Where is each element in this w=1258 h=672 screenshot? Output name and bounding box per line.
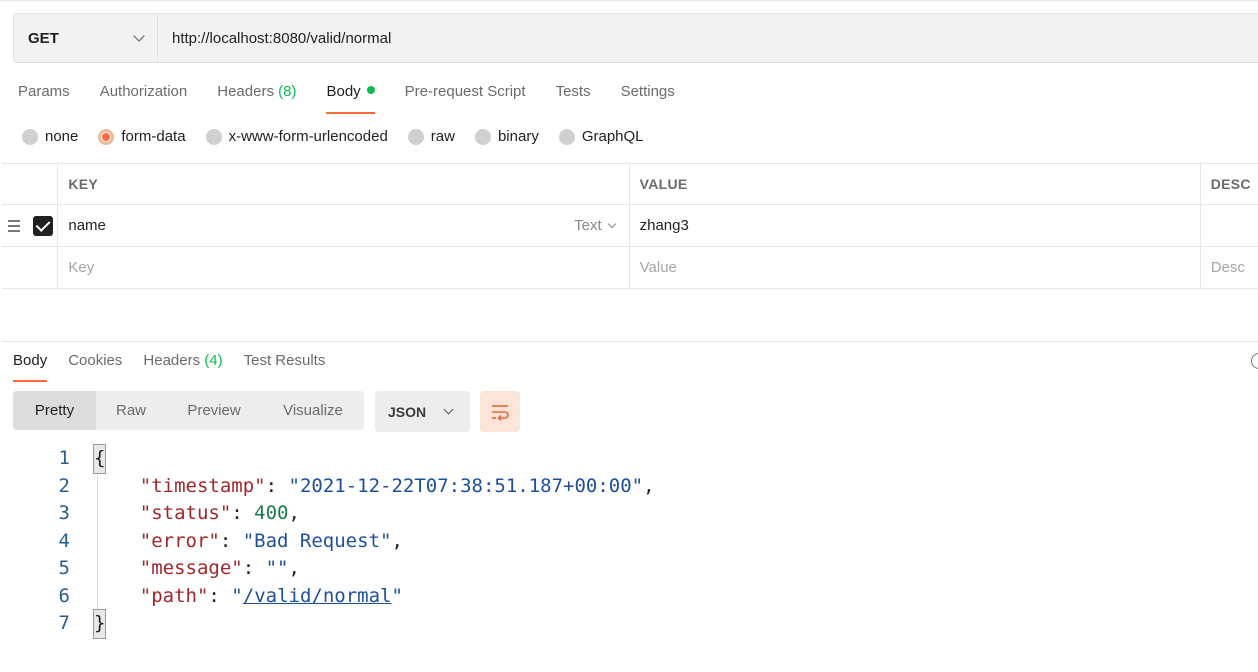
row-enabled-checkbox[interactable] [33,215,54,236]
globe-icon[interactable] [1251,353,1258,369]
line-number: 5 [58,557,70,579]
form-data-table: KEY VALUE DESC name Text zhang3 Key Valu… [2,163,1258,289]
format-label: JSON [388,403,427,420]
response-tab-cookies[interactable]: Cookies [68,350,122,382]
tab-authorization[interactable]: Authorization [100,80,188,114]
code-line: 2 "timestamp": "2021-12-22T07:38:51.187+… [0,473,655,501]
chevron-down-icon [133,30,145,42]
key-input[interactable]: name [68,217,106,234]
radio-raw[interactable]: raw [407,128,455,145]
column-header-key: KEY [58,164,630,204]
table-row-empty: Key Value Desc [2,247,1258,289]
response-tabs: Body Cookies Headers (4) Test Results [13,350,346,382]
description-input[interactable] [1201,205,1258,246]
method-label: GET [28,29,59,47]
json-key: "status" [139,502,232,524]
radio-circle-icon [205,128,222,145]
view-pretty-button[interactable]: Pretty [13,391,96,430]
table-header-row: KEY VALUE DESC [2,163,1258,205]
chevron-down-icon [607,219,616,229]
code-line: 7 } [0,609,655,639]
json-string-value: "" [265,557,289,579]
key-type-select[interactable]: Text [574,217,616,234]
json-number-value: 400 [254,502,289,524]
radio-circle-icon [474,128,491,145]
method-select[interactable]: GET [14,14,158,62]
line-number: 1 [58,447,70,469]
response-tab-test-results[interactable]: Test Results [244,350,326,382]
radio-binary[interactable]: binary [474,128,539,145]
json-key: "message" [139,557,243,579]
json-string-value: "Bad Request" [242,529,392,552]
code-line: 3 "status": 400, [0,500,655,528]
response-tab-body[interactable]: Body [13,350,48,382]
json-key: "path" [139,584,209,607]
radio-form-data[interactable]: form-data [98,128,186,145]
json-key: "error" [139,529,220,552]
code-line: 4 "error": "Bad Request", [0,528,655,556]
tab-body[interactable]: Body [326,80,375,114]
close-brace: } [92,609,107,639]
new-key-input[interactable]: Key [58,247,630,288]
column-header-description: DESC [1210,176,1251,192]
top-border [0,0,1258,1]
headers-count: (8) [278,83,297,100]
drag-handle-icon[interactable] [8,219,20,232]
wrap-lines-button[interactable] [480,391,520,432]
line-number: 3 [58,502,70,524]
tab-params[interactable]: Params [18,80,70,114]
header-spacer [2,164,59,204]
view-preview-button[interactable]: Preview [166,391,262,430]
format-select[interactable]: JSON [375,391,470,432]
tab-pre-request-script[interactable]: Pre-request Script [405,80,526,114]
key-cell[interactable]: name Text [58,205,630,246]
response-tab-headers[interactable]: Headers (4) [143,350,222,382]
line-number: 7 [58,612,70,634]
new-value-input[interactable]: Value [630,247,1201,288]
json-link-value[interactable]: /valid/normal [243,583,392,611]
code-line: 5 "message": "", [0,555,655,583]
radio-graphql[interactable]: GraphQL [558,128,644,145]
radio-x-www-form-urlencoded[interactable]: x-www-form-urlencoded [205,128,388,145]
radio-circle-icon [22,128,38,145]
tab-headers[interactable]: Headers (8) [217,80,296,114]
table-row: name Text zhang3 [2,205,1258,247]
view-mode-group: Pretty Raw Preview Visualize [13,391,364,430]
line-number: 6 [58,584,70,607]
body-indicator-dot-icon [366,86,375,94]
radio-selected-icon [98,128,115,145]
radio-none[interactable]: none [22,128,78,145]
chevron-down-icon [443,404,454,415]
body-type-radios: none form-data x-www-form-urlencoded raw… [22,128,664,145]
open-brace: { [92,444,107,474]
response-body-code[interactable]: 1 { 2 "timestamp": "2021-12-22T07:38:51.… [0,444,655,639]
row-controls [2,205,59,246]
radio-circle-icon [407,128,424,145]
tab-tests[interactable]: Tests [556,80,591,114]
value-input[interactable]: zhang3 [630,205,1201,246]
code-line: 6 "path": "/valid/normal " [0,583,655,611]
pane-divider[interactable] [2,341,1258,342]
json-string-value: "2021-12-22T07:38:51.187+00:00" [288,474,644,497]
code-line: 1 { [0,444,655,474]
request-tabs: Params Authorization Headers (8) Body Pr… [18,80,705,114]
row-controls [2,247,59,288]
line-number: 2 [58,474,70,497]
url-input[interactable]: http://localhost:8080/valid/normal [158,30,391,47]
column-header-value: VALUE [630,164,1201,204]
view-raw-button[interactable]: Raw [96,391,166,430]
request-bar: GET http://localhost:8080/valid/normal [13,13,1258,63]
tab-settings[interactable]: Settings [621,80,675,114]
radio-circle-icon [558,128,575,145]
wrap-lines-icon [492,404,509,421]
response-headers-count: (4) [204,352,223,369]
view-visualize-button[interactable]: Visualize [262,391,364,430]
line-number: 4 [58,529,70,552]
json-key: "timestamp" [139,474,266,497]
new-description-input[interactable]: Desc [1201,247,1258,288]
